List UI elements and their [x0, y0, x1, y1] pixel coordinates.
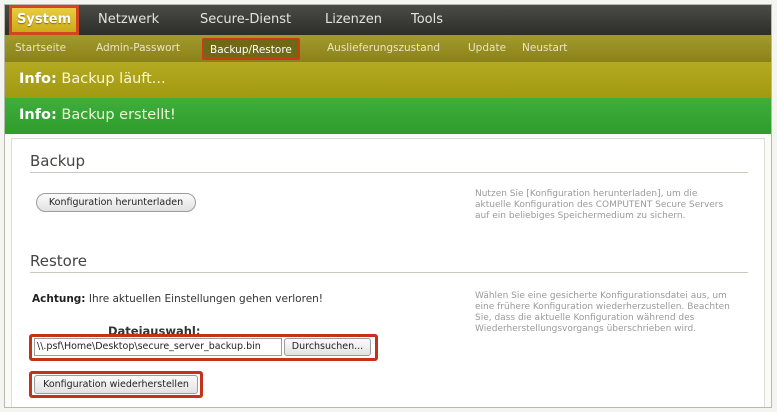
subnav-update[interactable]: Update	[468, 35, 506, 62]
main-nav: System Netzwerk Secure-Dienst Lizenzen T…	[5, 5, 771, 35]
info-bar-created: Info: Backup erstellt!	[5, 98, 771, 134]
info-prefix: Info:	[19, 107, 57, 123]
file-path-input[interactable]: \\.psf\Home\Desktop\secure_server_backup…	[34, 338, 282, 356]
subnav-startseite[interactable]: Startseite	[15, 35, 66, 62]
restore-warning: Achtung: Ihre aktuellen Einstellungen ge…	[32, 293, 323, 305]
sub-nav: Startseite Admin-Passwort Backup/Restore…	[5, 35, 771, 62]
info-backup-created: Backup erstellt!	[61, 107, 176, 123]
restore-section-title: Restore	[30, 252, 87, 270]
warning-text: Ihre aktuellen Einstellungen gehen verlo…	[88, 293, 324, 305]
browse-button[interactable]: Durchsuchen...	[284, 338, 371, 356]
backup-help-text: Nutzen Sie [Konfiguration herunterladen]…	[475, 189, 724, 221]
nav-tools[interactable]: Tools	[411, 5, 443, 35]
browser-content: System Netzwerk Secure-Dienst Lizenzen T…	[4, 4, 772, 408]
subnav-auslieferungszustand[interactable]: Auslieferungszustand	[327, 35, 440, 62]
subnav-backup-restore[interactable]: Backup/Restore	[202, 38, 300, 60]
nav-secure-dienst[interactable]: Secure-Dienst	[200, 5, 291, 35]
info-bar-running: Info: Backup läuft...	[5, 62, 771, 98]
restore-config-button[interactable]: Konfiguration wiederherstellen	[34, 375, 198, 394]
download-config-button[interactable]: Konfiguration herunterladen	[36, 193, 196, 212]
subnav-admin-passwort[interactable]: Admin-Passwort	[96, 35, 180, 62]
restore-divider	[30, 272, 748, 273]
nav-netzwerk[interactable]: Netzwerk	[98, 5, 159, 35]
subnav-neustart[interactable]: Neustart	[522, 35, 567, 62]
content-panel: Backup Konfiguration herunterladen Nutze…	[11, 138, 765, 407]
nav-lizenzen[interactable]: Lizenzen	[325, 5, 382, 35]
info-prefix: Info:	[19, 71, 57, 87]
nav-system[interactable]: System	[9, 5, 80, 35]
restore-help-text: Wählen Sie eine gesicherte Konfiguration…	[475, 291, 730, 334]
info-backup-running: Backup läuft...	[61, 71, 166, 87]
warning-label: Achtung:	[32, 293, 86, 305]
backup-divider	[30, 172, 748, 173]
backup-section-title: Backup	[30, 152, 85, 170]
